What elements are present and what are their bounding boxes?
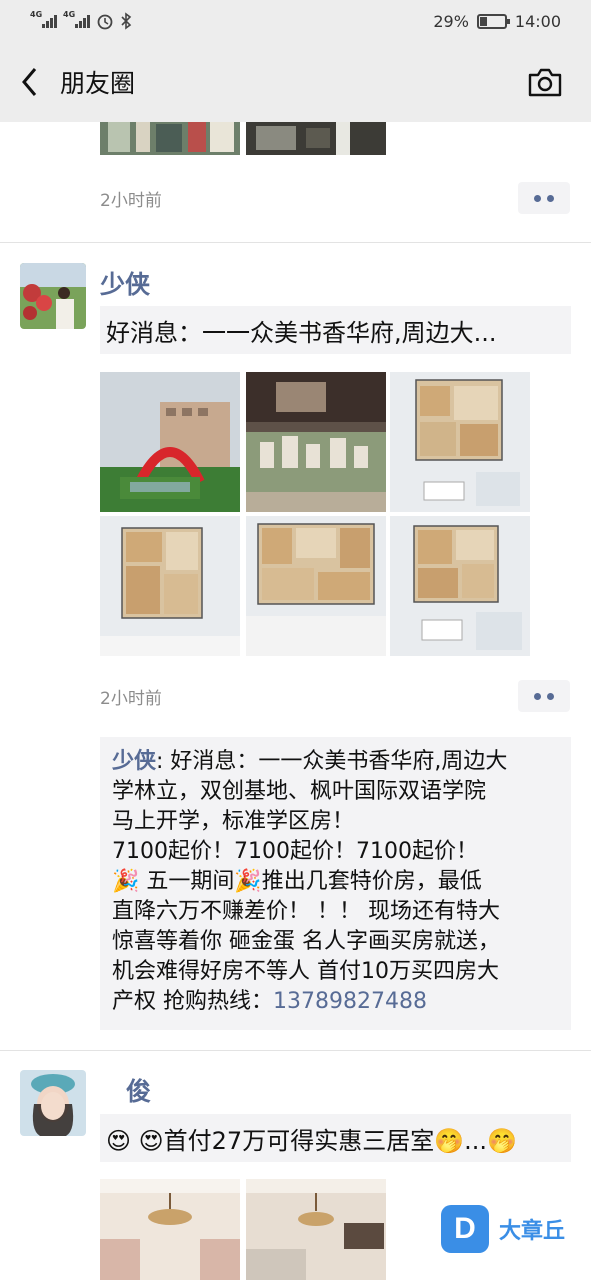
post-image[interactable]	[100, 516, 240, 656]
battery-percent: 29%	[433, 11, 469, 31]
comment-line: 学林立，双创基地、枫叶国际双语学院	[112, 779, 487, 804]
comment-line: 产权 抢购热线：13789827488	[112, 987, 559, 1017]
comment-line: 直降六万不赚差价！ ！！ 现场还有特大	[112, 899, 500, 924]
moments-feed[interactable]: 2小时前 少侠 好消息：一一众美书香华府,周边大... 2小时前 少侠: 好消息…	[0, 122, 591, 1280]
watermark: D 大章丘	[441, 1205, 565, 1253]
chevron-left-icon	[22, 68, 37, 96]
clock: 14:00	[514, 11, 561, 31]
bluetooth-icon	[121, 12, 132, 30]
dot-icon	[534, 194, 541, 202]
camera-icon[interactable]	[527, 66, 563, 98]
comment-author[interactable]: 少侠	[112, 749, 156, 774]
comment-separator: :	[156, 749, 171, 774]
link-card[interactable]: 😍 😍首付27万可得实惠三居室🤭...🤭	[100, 1114, 571, 1162]
post-image[interactable]	[246, 516, 386, 656]
battery-fill	[479, 16, 487, 26]
author-name[interactable]: 少侠	[100, 265, 150, 301]
more-button[interactable]	[518, 182, 570, 214]
post-image[interactable]	[390, 516, 530, 656]
comment-text: 产权 抢购热线：	[112, 989, 273, 1014]
post-image[interactable]	[246, 372, 386, 512]
post-image[interactable]	[246, 122, 386, 155]
author-name[interactable]: 俊	[126, 1072, 151, 1108]
dot-icon	[547, 194, 554, 202]
status-bar: 4G 4G 29% 14:00	[0, 0, 591, 42]
link-card[interactable]: 好消息：一一众美书香华府,周边大...	[100, 306, 571, 354]
signal-icon: 4G	[30, 10, 57, 28]
comment-line: 7100起价！7100起价！7100起价！	[112, 839, 478, 864]
alarm-icon	[97, 14, 113, 30]
comment-line: 机会难得好房不等人 首付10万买四房大	[112, 959, 499, 984]
status-left: 4G 4G	[30, 10, 132, 30]
battery-icon	[476, 13, 510, 29]
post-time: 2小时前	[100, 689, 162, 709]
post-image[interactable]	[100, 1179, 240, 1280]
avatar[interactable]	[20, 1070, 86, 1136]
comment-box[interactable]: 少侠: 好消息：一一众美书香华府,周边大 学林立，双创基地、枫叶国际双语学院 马…	[100, 737, 571, 1030]
link-title: 好消息：一一众美书香华府,周边大...	[106, 318, 497, 347]
back-button[interactable]	[0, 42, 60, 122]
post-divider	[0, 1050, 591, 1051]
dot-icon	[547, 692, 554, 700]
page-title: 朋友圈	[60, 69, 136, 98]
post-image[interactable]	[390, 372, 530, 512]
comment-line: 少侠: 好消息：一一众美书香华府,周边大	[112, 747, 559, 777]
avatar[interactable]	[20, 263, 86, 329]
signal-icon-2: 4G	[63, 10, 90, 28]
nav-bar: 朋友圈	[0, 42, 591, 122]
phone-link[interactable]: 13789827488	[273, 989, 427, 1014]
dot-icon	[534, 692, 541, 700]
post-divider	[0, 242, 591, 243]
comment-text: 好消息：一一众美书香华府,周边大	[170, 749, 508, 774]
link-title: 😍 😍首付27万可得实惠三居室🤭...🤭	[106, 1126, 517, 1155]
post-image[interactable]	[100, 122, 240, 155]
comment-line: 🎉 五一期间🎉推出几套特价房，最低	[112, 869, 482, 894]
watermark-text: 大章丘	[499, 1219, 566, 1244]
post-time: 2小时前	[100, 191, 162, 211]
status-right: 29% 14:00	[433, 12, 561, 31]
post-image[interactable]	[246, 1179, 386, 1280]
post-image[interactable]	[100, 372, 240, 512]
comment-line: 惊喜等着你 砸金蛋 名人字画买房就送，	[112, 929, 500, 954]
watermark-logo: D	[441, 1205, 489, 1253]
more-button[interactable]	[518, 680, 570, 712]
comment-line: 马上开学，标准学区房！	[112, 809, 355, 834]
